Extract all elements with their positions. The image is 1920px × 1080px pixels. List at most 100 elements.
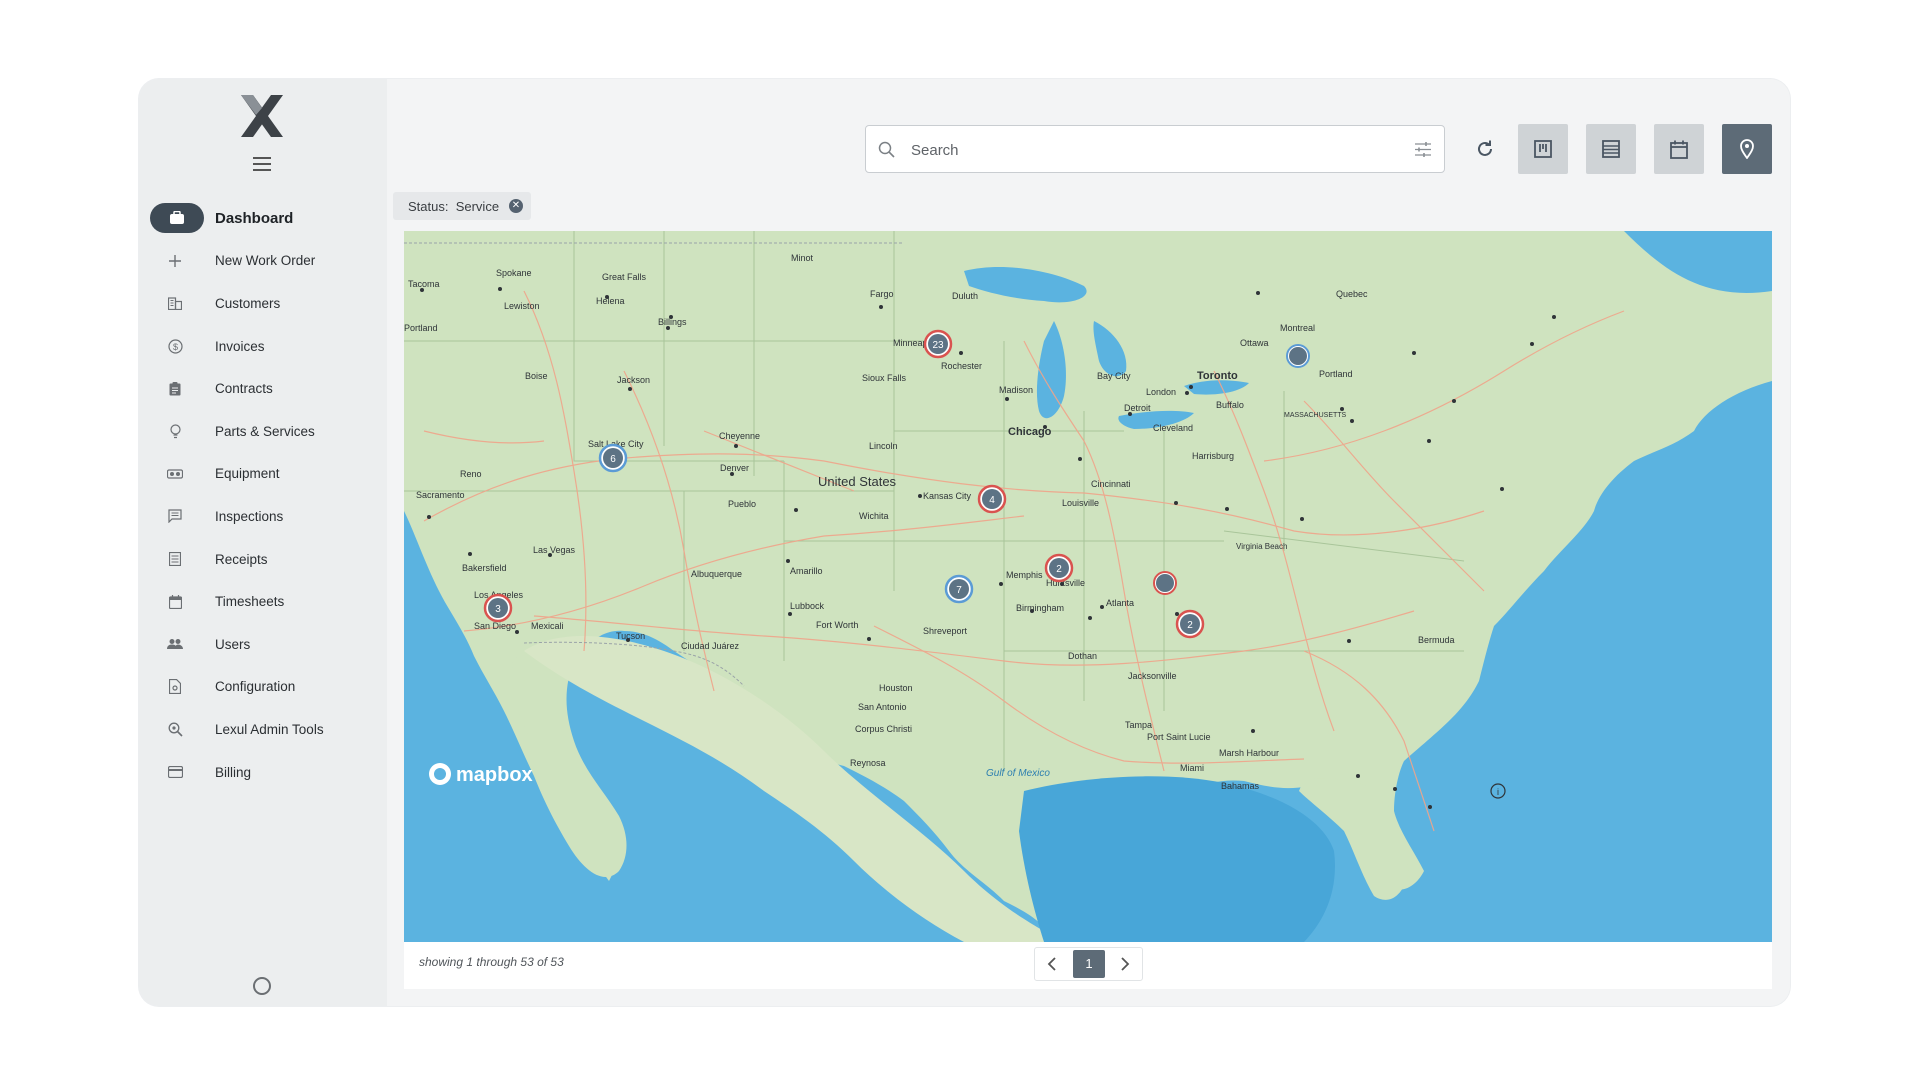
cluster-count: 2 [1056, 564, 1062, 575]
map-label-sioux-falls: Sioux Falls [862, 373, 907, 383]
sidebar-item-parts-services[interactable]: Parts & Services [139, 410, 387, 453]
map-label-lewiston: Lewiston [504, 301, 540, 311]
map-label-toronto: Toronto [1197, 370, 1238, 382]
map-label-chicago: Chicago [1008, 426, 1052, 438]
list-view-button[interactable] [1586, 124, 1636, 174]
credit-card-icon [167, 764, 183, 780]
mapbox-logo: mapbox [429, 763, 533, 786]
filter-chip-status: Status: Service ✕ [393, 192, 531, 220]
map-label-cleveland: Cleveland [1153, 423, 1193, 433]
map-label-great-falls: Great Falls [602, 272, 647, 282]
sidebar-item-label: New Work Order [215, 253, 316, 269]
building-icon [167, 295, 183, 311]
map-label-tacoma: Tacoma [408, 279, 440, 289]
sidebar-item-contracts[interactable]: Contracts [139, 367, 387, 410]
search-input[interactable] [909, 138, 1393, 162]
map-label-united-states: United States [818, 474, 897, 489]
map-label-jackson: Jackson [617, 375, 650, 385]
sidebar-item-label: Equipment [215, 466, 280, 482]
map-cluster[interactable]: 6 [598, 443, 628, 473]
cluster-count: 2 [1187, 620, 1193, 631]
map-label-massachusetts: MASSACHUSETTS [1284, 412, 1347, 419]
map-label-marsh-harbour: Marsh Harbour [1219, 748, 1279, 758]
map-label-san-antonio: San Antonio [858, 702, 907, 712]
map-marker[interactable] [1286, 344, 1310, 368]
map-label-denver: Denver [720, 463, 749, 473]
refresh-icon[interactable] [1473, 137, 1497, 161]
sidebar: Dashboard New Work Order Customers $ Inv… [139, 79, 387, 1006]
map-cluster[interactable]: 2 [1175, 609, 1205, 639]
sidebar-item-new-work-order[interactable]: New Work Order [139, 240, 387, 283]
map-cluster[interactable]: 7 [944, 574, 974, 604]
users-icon [167, 636, 183, 652]
map-view[interactable]: United States Chicago Toronto Montreal O… [404, 231, 1772, 942]
sidebar-item-label: Billing [215, 764, 252, 780]
sidebar-item-receipts[interactable]: Receipts [139, 538, 387, 581]
map-label-portland-me: Portland [1319, 369, 1353, 379]
app-logo [241, 95, 283, 137]
pagination-info: showing 1 through 53 of 53 [419, 955, 564, 969]
menu-icon[interactable] [253, 157, 271, 171]
map-cluster[interactable]: 23 [923, 329, 953, 359]
briefcase-icon [150, 203, 204, 234]
clipboard-icon [167, 381, 183, 397]
map-label-minot: Minot [791, 253, 814, 263]
cluster-count: 3 [495, 604, 501, 615]
sidebar-item-customers[interactable]: Customers [139, 282, 387, 325]
cluster-count: 4 [989, 495, 995, 506]
map-label-virginia-beach: Virginia Beach [1236, 542, 1287, 551]
map-label-tucson: Tucson [616, 631, 645, 641]
lightbulb-icon [167, 423, 183, 439]
sidebar-item-label: Contracts [215, 381, 273, 397]
chevron-right-icon[interactable] [1116, 956, 1132, 972]
map-label-lincoln: Lincoln [869, 441, 898, 451]
sidebar-item-label: Lexul Admin Tools [215, 721, 324, 737]
user-account-icon[interactable] [253, 977, 271, 995]
sidebar-item-users[interactable]: Users [139, 623, 387, 666]
sidebar-item-configuration[interactable]: Configuration [139, 666, 387, 709]
sidebar-item-invoices[interactable]: $ Invoices [139, 325, 387, 368]
close-icon[interactable]: ✕ [509, 199, 523, 213]
map-label-miami: Miami [1180, 763, 1204, 773]
svg-text:$: $ [172, 342, 177, 352]
map-label-atlanta: Atlanta [1106, 598, 1134, 608]
pagination: 1 [1034, 947, 1143, 981]
map-label-mexicali: Mexicali [531, 621, 564, 631]
map-cluster[interactable]: 2 [1044, 553, 1074, 583]
calendar-icon [167, 594, 183, 610]
comment-icon [167, 508, 183, 524]
sidebar-item-billing[interactable]: Billing [139, 751, 387, 794]
map-label-ottawa: Ottawa [1240, 338, 1269, 348]
map-cluster[interactable]: 4 [977, 484, 1007, 514]
map-label-birmingham: Birmingham [1016, 603, 1064, 613]
board-view-button[interactable] [1518, 124, 1568, 174]
filter-settings-icon[interactable] [1414, 141, 1432, 158]
map-label-sacramento: Sacramento [416, 490, 465, 500]
map-label-london: London [1146, 387, 1176, 397]
sidebar-item-equipment[interactable]: Equipment [139, 453, 387, 496]
calendar-view-button[interactable] [1654, 124, 1704, 174]
map-cluster[interactable]: 3 [483, 593, 513, 623]
map-view-button[interactable] [1722, 124, 1772, 174]
main-content: Status: Service ✕ [387, 79, 1790, 1006]
sidebar-item-timesheets[interactable]: Timesheets [139, 580, 387, 623]
map-marker[interactable] [1153, 571, 1177, 595]
map-label-spokane: Spokane [496, 268, 532, 278]
map-label-bay-city: Bay City [1097, 371, 1131, 381]
page-button[interactable]: 1 [1073, 950, 1105, 978]
sidebar-item-dashboard[interactable]: Dashboard [139, 197, 387, 240]
map-label-san-diego: San Diego [474, 621, 516, 631]
map-label-portland-or: Portland [404, 323, 438, 333]
cluster-count: 23 [932, 340, 944, 351]
sidebar-item-lexul-admin-tools[interactable]: Lexul Admin Tools [139, 708, 387, 751]
calendar-icon [1670, 140, 1688, 159]
sidebar-item-inspections[interactable]: Inspections [139, 495, 387, 538]
map-label-madison: Madison [999, 385, 1033, 395]
map-label-quebec: Quebec [1336, 289, 1368, 299]
map-label-corpus-christi: Corpus Christi [855, 724, 912, 734]
map-label-tampa: Tampa [1125, 720, 1152, 730]
search-bar [865, 125, 1445, 173]
chevron-left-icon[interactable] [1045, 956, 1061, 972]
map-label-shreveport: Shreveport [923, 626, 968, 636]
map-label-boise: Boise [525, 371, 548, 381]
